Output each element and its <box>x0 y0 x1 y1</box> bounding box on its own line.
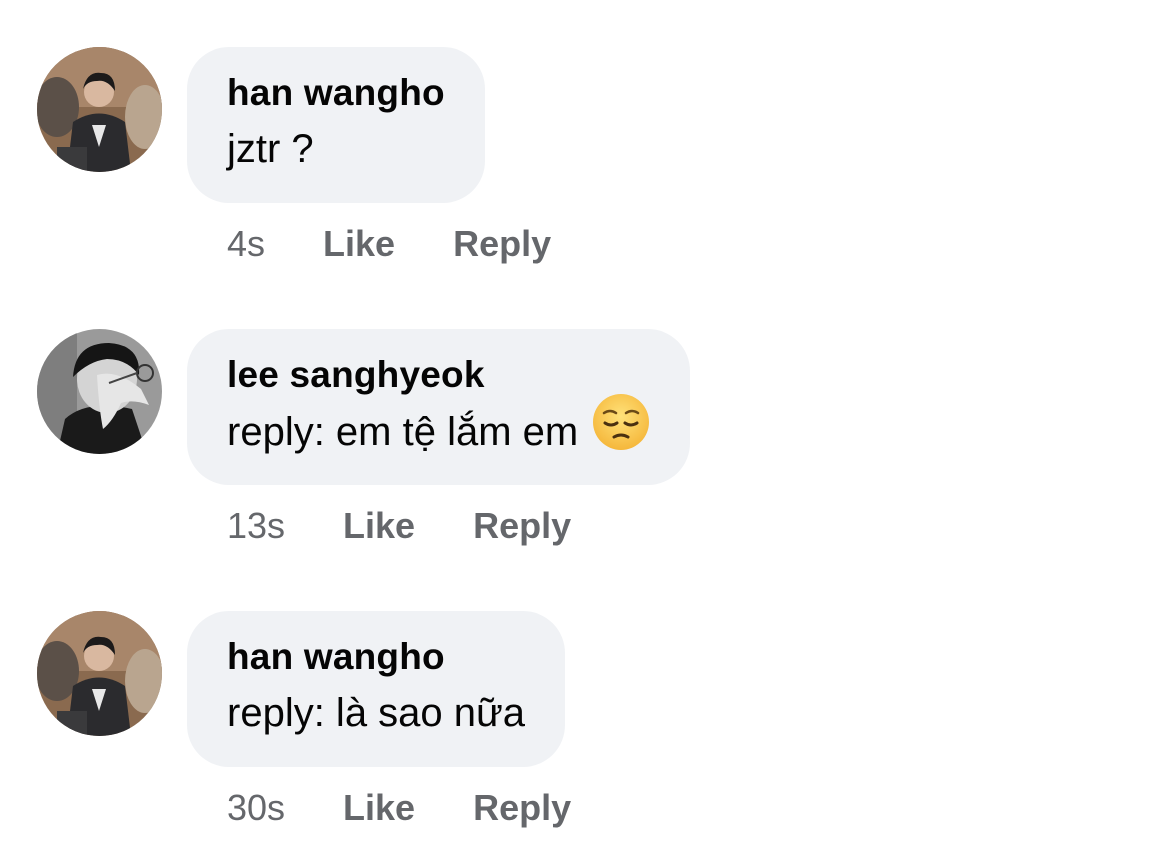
comment-actions: 4s Like Reply <box>227 222 609 266</box>
person-bw-photo-icon <box>37 329 162 454</box>
comment-bubble: lee sanghyeok reply: em tệ lắm em <box>187 329 691 485</box>
reply-button[interactable]: Reply <box>473 786 571 830</box>
comment-actions: 13s Like Reply <box>227 504 629 548</box>
reply-button[interactable]: Reply <box>453 222 551 266</box>
person-photo-icon <box>37 611 162 736</box>
comment-item: lee sanghyeok reply: em tệ lắm em 13s Lik… <box>0 282 1170 546</box>
avatar[interactable] <box>37 329 162 454</box>
comment-timestamp[interactable]: 30s <box>227 786 285 830</box>
like-button[interactable]: Like <box>323 222 395 266</box>
comment-text: jztr ? <box>227 127 314 171</box>
reply-button[interactable]: Reply <box>473 504 571 548</box>
comment-author[interactable]: han wangho <box>227 633 525 681</box>
comment-timestamp[interactable]: 13s <box>227 504 285 548</box>
avatar[interactable] <box>37 47 162 172</box>
pensive-face-emoji-icon <box>592 393 650 468</box>
comment-text: reply: là sao nữa <box>227 691 526 735</box>
comment-timestamp[interactable]: 4s <box>227 222 265 266</box>
like-button[interactable]: Like <box>343 786 415 830</box>
comment-author[interactable]: han wangho <box>227 69 445 117</box>
avatar[interactable] <box>37 611 162 736</box>
comment-text: reply: em tệ lắm em <box>227 394 650 468</box>
person-photo-icon <box>37 47 162 172</box>
comment-bubble: han wangho reply: là sao nữa <box>187 611 566 767</box>
comment-item: han wangho reply: là sao nữa 30s Like Repl… <box>0 564 1170 828</box>
comment-bubble: han wangho jztr ? <box>187 47 485 203</box>
comment-item: han wangho jztr ? 4s Like Reply <box>0 0 1170 264</box>
comment-actions: 30s Like Reply <box>227 786 629 830</box>
like-button[interactable]: Like <box>343 504 415 548</box>
comment-text-content: reply: em tệ lắm em <box>227 410 579 455</box>
comment-author[interactable]: lee sanghyeok <box>227 351 650 399</box>
